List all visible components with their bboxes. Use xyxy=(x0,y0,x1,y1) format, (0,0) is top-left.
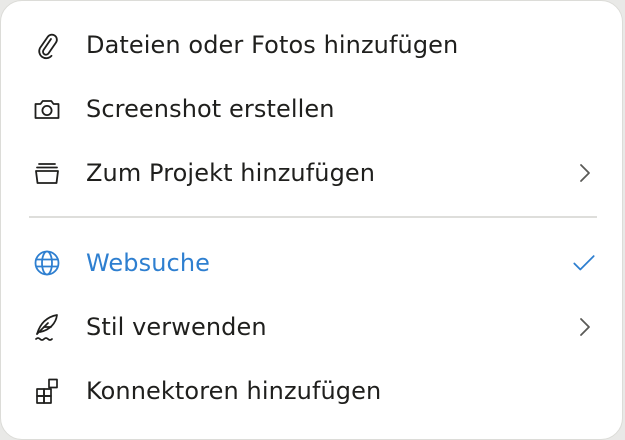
menu-item-label: Zum Projekt hinzufügen xyxy=(86,159,376,187)
menu-item-label: Dateien oder Fotos hinzufügen xyxy=(86,31,459,59)
menu-item-label: Stil verwenden xyxy=(86,313,267,341)
chevron-right-icon xyxy=(572,315,596,339)
feather-pen-icon xyxy=(31,311,63,343)
menu-item-add-files[interactable]: Dateien oder Fotos hinzufügen xyxy=(1,17,624,73)
menu-item-use-style[interactable]: Stil verwenden xyxy=(1,299,624,355)
chevron-right-icon xyxy=(572,161,596,185)
menu-item-add-to-project[interactable]: Zum Projekt hinzufügen xyxy=(1,145,624,201)
menu-item-screenshot[interactable]: Screenshot erstellen xyxy=(1,81,624,137)
menu-item-web-search[interactable]: Websuche xyxy=(1,235,624,291)
menu-item-label: Screenshot erstellen xyxy=(86,95,335,123)
camera-icon xyxy=(31,93,63,125)
menu-item-add-connectors[interactable]: Konnektoren hinzufügen xyxy=(1,363,624,419)
attachment-menu: Dateien oder Fotos hinzufügen Screenshot… xyxy=(0,0,623,440)
checkmark-icon xyxy=(572,251,596,275)
menu-item-label: Konnektoren hinzufügen xyxy=(86,377,382,405)
connectors-icon xyxy=(31,375,63,407)
project-stack-icon xyxy=(31,157,63,189)
menu-divider xyxy=(29,216,597,218)
menu-item-label: Websuche xyxy=(86,249,211,277)
paperclip-icon xyxy=(31,29,63,61)
globe-icon xyxy=(31,247,63,279)
